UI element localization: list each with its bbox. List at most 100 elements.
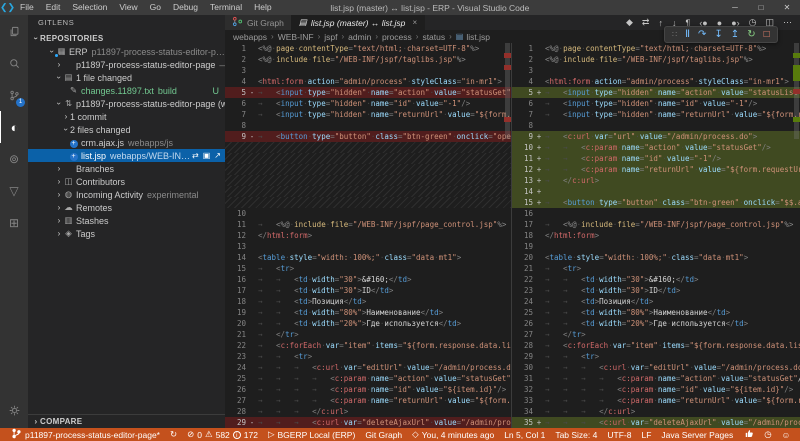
code-line-original-7[interactable]: 7→<input·type="hidden"·name="returnUrl"·… xyxy=(225,109,511,120)
tree-item-stashes[interactable]: ›▥Stashes xyxy=(28,214,225,227)
code-line-original-4[interactable]: 4<html:form·action="admin/process"·style… xyxy=(225,76,511,87)
code-line-modified-28[interactable]: 28→<c:forEach·var="item"·items="${form.r… xyxy=(512,340,800,351)
code-line-original-29[interactable]: 29-→→→<c:url·var="deleteAjaxUrl"·value="… xyxy=(225,417,511,428)
step-out-icon[interactable]: ↥ xyxy=(731,27,739,42)
code-line-original-6[interactable]: 6→<input·type="hidden"·name="id"·value="… xyxy=(225,98,511,109)
code-line-modified-34[interactable]: 34→→→</c:url> xyxy=(512,406,800,417)
status-blame-annotation[interactable]: ◇You, 4 minutes ago xyxy=(407,428,499,441)
code-line-original-20[interactable]: 20→→<td·width="20%">Где·используется</td… xyxy=(225,318,511,329)
code-line-modified-6[interactable]: 6→<input·type="hidden"·name="id"·value="… xyxy=(512,98,800,109)
activity-extensions-icon[interactable]: ⊞ xyxy=(0,207,28,239)
menu-debug[interactable]: Debug xyxy=(167,2,204,12)
drag-handle[interactable]: ∷ xyxy=(672,27,677,42)
breadcrumb-item[interactable]: WEB-INF xyxy=(278,32,314,42)
menu-go[interactable]: Go xyxy=(144,2,167,12)
minimize-icon[interactable]: ─ xyxy=(722,0,748,15)
tree-item-incoming-activity[interactable]: ›◍Incoming Activityexperimental xyxy=(28,188,225,201)
diff-pane-modified[interactable]: 1<%@·page·contentType="text/html;·charse… xyxy=(512,43,800,428)
tree-item-remotes[interactable]: ›☁Remotes xyxy=(28,201,225,214)
open-changes-icon[interactable]: ⇄ xyxy=(192,151,199,160)
gitlens-icon[interactable]: ◆ xyxy=(626,17,633,28)
breadcrumb-item[interactable]: jspf xyxy=(324,32,337,42)
step-over-icon[interactable]: ↷ xyxy=(698,27,706,42)
code-line-modified-2[interactable]: 2<%@·include·file="/WEB-INF/jspf/taglibs… xyxy=(512,54,800,65)
code-line-original-8[interactable]: 8 xyxy=(225,120,511,131)
open-external-icon[interactable]: ↗ xyxy=(214,151,221,160)
menu-file[interactable]: File xyxy=(14,2,40,12)
status-encoding[interactable]: UTF-8 xyxy=(602,428,636,441)
activity-manage-gear-icon[interactable] xyxy=(0,394,28,426)
code-line-original-24[interactable]: 24→→→<c:url·var="editUrl"·value="/admin/… xyxy=(225,362,511,373)
code-line-modified-24[interactable]: 24→→<td>Позиция</td> xyxy=(512,296,800,307)
code-line-original-18[interactable]: 18→→<td>Позиция</td> xyxy=(225,296,511,307)
status-clock-icon[interactable]: ◷ xyxy=(759,428,776,441)
code-line-original-21[interactable]: 21→</tr> xyxy=(225,329,511,340)
code-line-original-23[interactable]: 23→→<tr> xyxy=(225,351,511,362)
menu-selection[interactable]: Selection xyxy=(66,2,113,12)
code-line-original-13[interactable]: 13 xyxy=(225,241,511,252)
code-line-modified-1[interactable]: 1<%@·page·contentType="text/html;·charse… xyxy=(512,43,800,54)
close-tab-icon[interactable]: × xyxy=(412,18,417,27)
code-line-modified-22[interactable]: 22→→<td·width="30">&#160;</td> xyxy=(512,274,800,285)
code-line-modified-21[interactable]: 21→<tr> xyxy=(512,263,800,274)
code-line-modified-16[interactable]: 16 xyxy=(512,208,800,219)
breadcrumb-item[interactable]: status xyxy=(422,32,445,42)
overview-ruler[interactable] xyxy=(793,43,800,428)
code-line-modified-12[interactable]: 12+→→<c:param·name="returnUrl"·value="${… xyxy=(512,164,800,175)
code-line-original-14[interactable]: 14<table·style="width:·100%;"·class="dat… xyxy=(225,252,511,263)
status-language-mode[interactable]: Java Server Pages xyxy=(656,428,738,441)
breadcrumb-item[interactable]: webapps xyxy=(233,32,267,42)
activity-testing-icon[interactable]: ▽ xyxy=(0,175,28,207)
tree-item-tags[interactable]: ›◈Tags xyxy=(28,227,225,240)
code-line-modified-14[interactable]: 14+ xyxy=(512,186,800,197)
tab-git-graph[interactable]: Git Graph xyxy=(225,15,292,30)
scrollbar-original[interactable] xyxy=(504,43,511,428)
code-line-original-12[interactable]: 12</html:form> xyxy=(225,230,511,241)
maximize-icon[interactable]: □ xyxy=(748,0,774,15)
code-line-modified-30[interactable]: 30→→→<c:url·var="editUrl"·value="/admin/… xyxy=(512,362,800,373)
activity-run-and-debug-icon[interactable]: ⊚ xyxy=(0,143,28,175)
step-into-icon[interactable]: ↧ xyxy=(714,27,722,42)
code-line-original-26[interactable]: 26→→→→<c:param·name="id"·value="${item.i… xyxy=(225,384,511,395)
code-line-modified-32[interactable]: 32→→→→<c:param·name="id"·value="${item.i… xyxy=(512,384,800,395)
menu-edit[interactable]: Edit xyxy=(40,2,67,12)
code-line-original-28[interactable]: 28→→→</c:url> xyxy=(225,406,511,417)
tree-item-p11897-process-status-editor-page[interactable]: ›p11897-process-status-editor-page— orig… xyxy=(28,58,225,71)
code-line-original-5[interactable]: 5-→<input·type="hidden"·name="action"·va… xyxy=(225,87,511,98)
code-line-modified-4[interactable]: 4<html:form·action="admin/process"·style… xyxy=(512,76,800,87)
code-line-modified-35[interactable]: 35+→→→<c:url·var="deleteAjaxUrl"·value="… xyxy=(512,417,800,428)
code-line-modified-7[interactable]: 7→<input·type="hidden"·name="returnUrl"·… xyxy=(512,109,800,120)
code-line-modified-8[interactable]: 8 xyxy=(512,120,800,131)
activity-search-icon[interactable] xyxy=(0,47,28,79)
activity-explorer-icon[interactable] xyxy=(0,15,28,47)
code-line-modified-17[interactable]: 17→<%@·include·file="/WEB-INF/jspf/page_… xyxy=(512,219,800,230)
code-line-original-16[interactable]: 16→→<td·width="30">&#160;</td> xyxy=(225,274,511,285)
code-line-modified-26[interactable]: 26→→<td·width="20%">Где·используется</td… xyxy=(512,318,800,329)
code-line-original-11[interactable]: 11→<%@·include·file="/WEB-INF/jspf/page_… xyxy=(225,219,511,230)
code-line-modified-25[interactable]: 25→→<td·width="80%">Наименование</td> xyxy=(512,307,800,318)
activity-source-control-icon[interactable]: 1 xyxy=(0,79,28,111)
code-line-original-27[interactable]: 27→→→→<c:param·name="returnUrl"·value="$… xyxy=(225,395,511,406)
breadcrumb-item[interactable]: admin xyxy=(348,32,371,42)
tree-item-erp[interactable]: ›▦ERPp11897-process-status-editor-page •… xyxy=(28,45,225,58)
diff-pane-original[interactable]: 1<%@·page·contentType="text/html;·charse… xyxy=(225,43,512,428)
code-line-original-9[interactable]: 9-→<button·type="button"·class="btn-gree… xyxy=(225,131,511,142)
status-problems[interactable]: ⊘0⚠582i172 xyxy=(182,428,263,441)
status-feedback-smiley-icon[interactable]: ☺ xyxy=(777,428,796,441)
code-line-modified-10[interactable]: 10+→→<c:param·name="action"·value="statu… xyxy=(512,142,800,153)
code-line-original-17[interactable]: 17→→<td·width="30">ID</td> xyxy=(225,285,511,296)
code-line-original-15[interactable]: 15→<tr> xyxy=(225,263,511,274)
code-line-modified-9[interactable]: 9+→<c:url·var="url"·value="/admin/proces… xyxy=(512,131,800,142)
menu-view[interactable]: View xyxy=(113,2,143,12)
code-line-original-19[interactable]: 19→→<td·width="80%">Наименование</td> xyxy=(225,307,511,318)
pause-icon[interactable]: Ⅱ xyxy=(685,27,690,42)
code-line-modified-20[interactable]: 20<table·style="width:·100%;"·class="dat… xyxy=(512,252,800,263)
status-run-task[interactable]: ▷BGERP Local (ERP) xyxy=(263,428,360,441)
tree-item-1-file-changed[interactable]: ›▤1 file changed xyxy=(28,71,225,84)
code-line-original-25[interactable]: 25→→→→<c:param·name="action"·value="stat… xyxy=(225,373,511,384)
code-line-modified-33[interactable]: 33→→→→<c:param·name="returnUrl"·value="$… xyxy=(512,395,800,406)
code-line-modified-29[interactable]: 29→→<tr> xyxy=(512,351,800,362)
status-sync-button[interactable]: ↻ xyxy=(165,428,182,441)
section-repositories[interactable]: › REPOSITORIES xyxy=(28,31,225,45)
code-line-modified-3[interactable]: 3 xyxy=(512,65,800,76)
